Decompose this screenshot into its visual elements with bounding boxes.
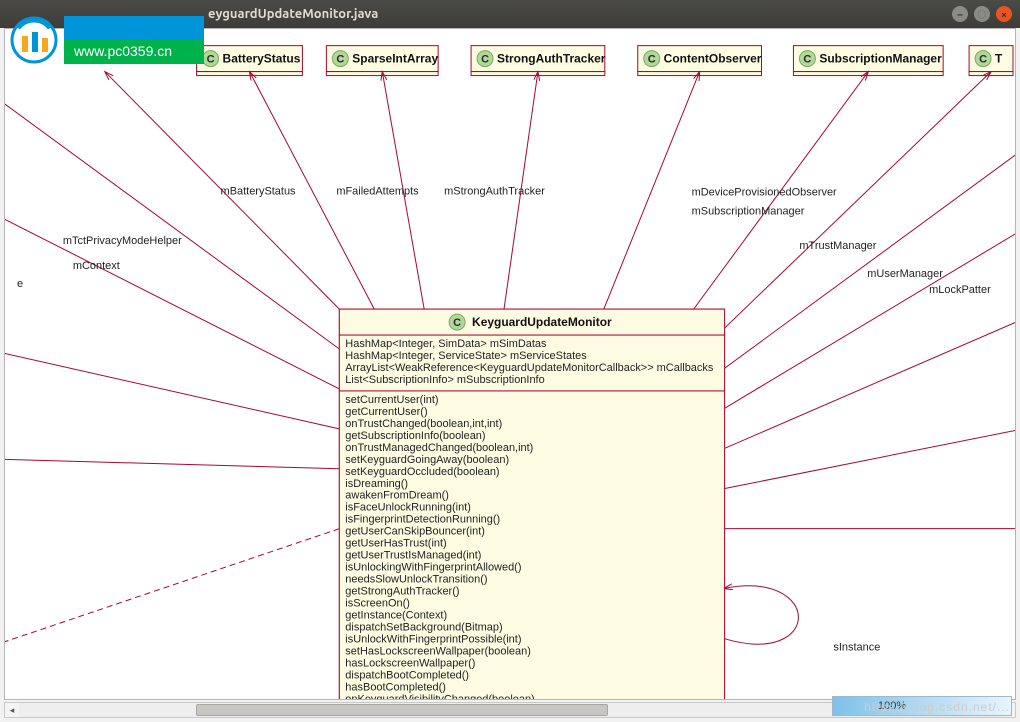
class-name-label: SubscriptionManager bbox=[819, 52, 942, 66]
svg-text:C: C bbox=[336, 54, 344, 66]
class-method: setHasLockscreenWallpaper(boolean) bbox=[345, 645, 531, 657]
class-method: getUserTrustIsManaged(int) bbox=[345, 550, 481, 562]
class-field: HashMap<Integer, SimData> mSimDatas bbox=[345, 338, 547, 350]
class-name-label: T bbox=[995, 52, 1003, 66]
class-method: getInstance(Context) bbox=[345, 609, 447, 621]
class-t[interactable]: CT bbox=[969, 46, 1013, 76]
class-method: getStrongAuthTracker() bbox=[345, 586, 459, 598]
assoc-label: mSubscriptionManager bbox=[692, 205, 805, 217]
svg-text:C: C bbox=[481, 54, 489, 66]
class-method: dispatchBootCompleted() bbox=[345, 669, 469, 681]
assoc-label: e bbox=[17, 278, 23, 290]
minimize-button[interactable]: – bbox=[952, 6, 968, 22]
assoc-label: sInstance bbox=[833, 641, 880, 653]
zoom-indicator[interactable]: 100% bbox=[832, 696, 1012, 716]
class-sparseintarray[interactable]: C SparseIntArray bbox=[326, 46, 438, 76]
scroll-left-icon[interactable]: ◂ bbox=[5, 703, 19, 717]
class-strongauthtracker[interactable]: C StrongAuthTracker bbox=[471, 46, 606, 76]
class-method: isUnlockingWithFingerprintAllowed() bbox=[345, 562, 521, 574]
svg-text:C: C bbox=[979, 54, 987, 66]
class-method: onTrustChanged(boolean,int,int) bbox=[345, 418, 502, 430]
assoc-label: mLockPatter bbox=[929, 284, 991, 296]
class-method: getCurrentUser() bbox=[345, 406, 427, 418]
svg-text:C: C bbox=[803, 54, 811, 66]
main-class-name: KeyguardUpdateMonitor bbox=[472, 315, 612, 329]
class-contentobserver[interactable]: C ContentObserver bbox=[638, 46, 762, 76]
class-method: needsSlowUnlockTransition() bbox=[345, 574, 487, 586]
class-method: setCurrentUser(int) bbox=[345, 394, 438, 406]
assoc-label: mTrustManager bbox=[799, 240, 876, 252]
class-batterystatus[interactable]: C BatteryStatus bbox=[197, 46, 303, 76]
assoc-label: mUserManager bbox=[867, 268, 943, 280]
diagram-canvas[interactable]: C BatteryStatus C SparseIntArray C StrongAuth… bbox=[4, 28, 1016, 700]
class-method: dispatchSetBackground(Bitmap) bbox=[345, 621, 502, 633]
assoc-label: mTctPrivacyModeHelper bbox=[63, 235, 182, 247]
uml-diagram-svg: C BatteryStatus C SparseIntArray C StrongAuth… bbox=[5, 29, 1015, 699]
class-method: isScreenOn() bbox=[345, 598, 410, 610]
class-method: hasBootCompleted() bbox=[345, 681, 446, 693]
assoc-label: mContext bbox=[73, 260, 120, 272]
class-method: isFingerprintDetectionRunning() bbox=[345, 514, 500, 526]
class-field: List<SubscriptionInfo> mSubscriptionInfo bbox=[345, 374, 544, 386]
svg-text:C: C bbox=[648, 54, 656, 66]
class-name-label: SparseIntArray bbox=[352, 52, 438, 66]
class-method: isDreaming() bbox=[345, 478, 408, 490]
class-method: setKeyguardGoingAway(boolean) bbox=[345, 454, 509, 466]
close-button[interactable]: × bbox=[996, 6, 1012, 22]
class-method: getUserCanSkipBouncer(int) bbox=[345, 526, 485, 538]
assoc-label: mDeviceProvisionedObserver bbox=[692, 186, 837, 198]
class-name-label: ContentObserver bbox=[664, 52, 762, 66]
window-buttons: – ◌ × bbox=[952, 6, 1012, 22]
zoom-value: 100% bbox=[878, 700, 906, 712]
class-method: getUserHasTrust(int) bbox=[345, 538, 446, 550]
class-method: setKeyguardOccluded(boolean) bbox=[345, 466, 499, 478]
assoc-label: mStrongAuthTracker bbox=[444, 185, 545, 197]
class-method: isFaceUnlockRunning(int) bbox=[345, 502, 471, 514]
svg-text:C: C bbox=[453, 317, 461, 329]
class-field: ArrayList<WeakReference<KeyguardUpdateMo… bbox=[345, 362, 714, 374]
assoc-label: mFailedAttempts bbox=[336, 185, 419, 197]
class-field: HashMap<Integer, ServiceState> mServiceS… bbox=[345, 350, 587, 362]
class-subscriptionmanager[interactable]: C SubscriptionManager bbox=[793, 46, 943, 76]
class-method: onTrustManagedChanged(boolean,int) bbox=[345, 442, 533, 454]
scrollbar-thumb[interactable] bbox=[196, 704, 608, 716]
class-keyguardupdatemonitor[interactable]: C KeyguardUpdateMonitor HashMap<Integer, S… bbox=[339, 309, 724, 699]
assoc-label: mBatteryStatus bbox=[221, 185, 296, 197]
class-method: isUnlockWithFingerprintPossible(int) bbox=[345, 633, 521, 645]
class-method: awakenFromDream() bbox=[345, 490, 449, 502]
maximize-button[interactable]: ◌ bbox=[974, 6, 990, 22]
class-method: hasLockscreenWallpaper() bbox=[345, 657, 475, 669]
class-name-label: StrongAuthTracker bbox=[497, 52, 606, 66]
window-titlebar: eyguardUpdateMonitor.java – ◌ × bbox=[0, 0, 1020, 28]
class-method: onKeyguardVisibilityChanged(boolean) bbox=[345, 693, 534, 699]
class-name-label: BatteryStatus bbox=[223, 52, 301, 66]
svg-text:C: C bbox=[207, 54, 215, 66]
window-title: eyguardUpdateMonitor.java bbox=[8, 7, 952, 21]
class-method: getSubscriptionInfo(boolean) bbox=[345, 430, 485, 442]
